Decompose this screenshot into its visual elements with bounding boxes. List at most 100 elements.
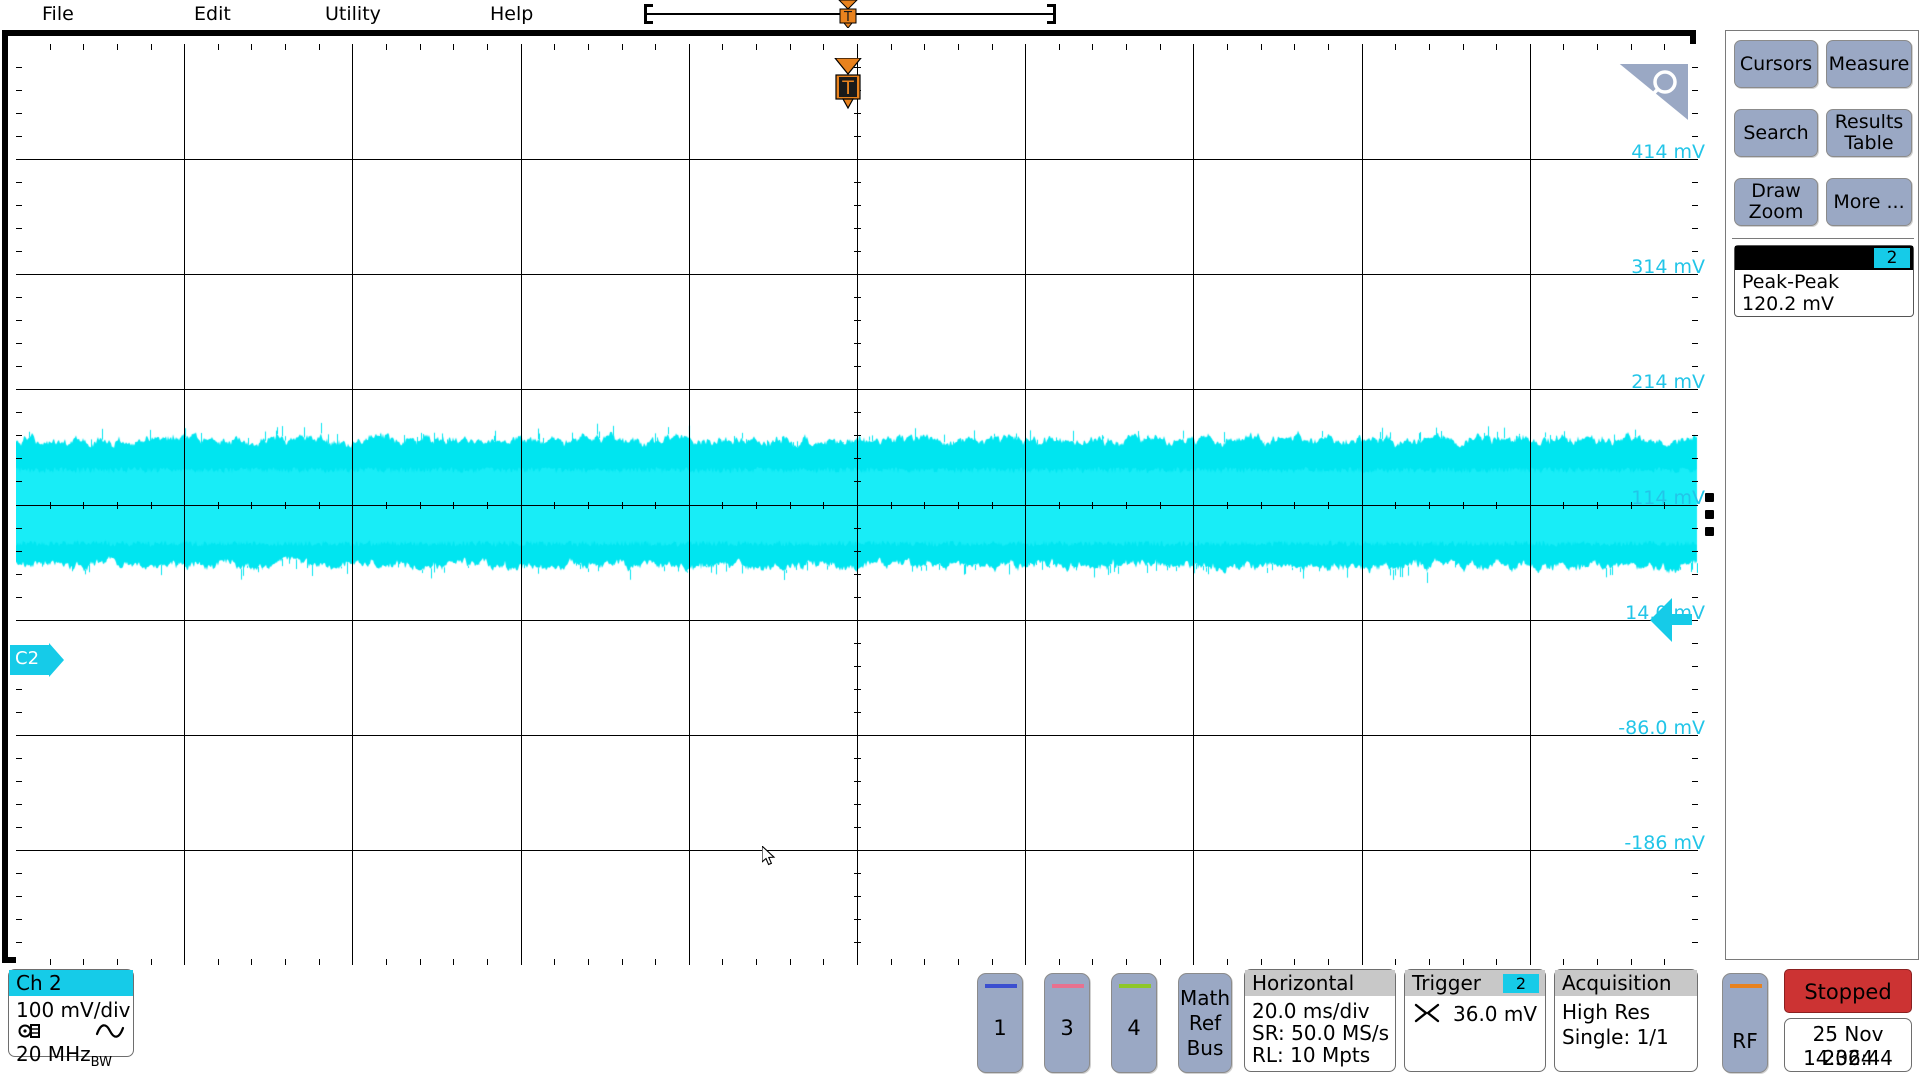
scope-display-area[interactable]: 414 mV 314 mV 214 mV 114 mV 14.0 mV -86.0 mV -… xyxy=(0,28,1705,965)
left-edge-tick xyxy=(16,528,22,529)
horizontal-title: Horizontal xyxy=(1245,970,1395,996)
top-edge-tick xyxy=(50,44,51,50)
marker-tip xyxy=(49,643,64,677)
bandwidth-value: 20 MHz xyxy=(16,1042,91,1066)
top-edge-tick xyxy=(1496,44,1497,50)
channel-1-button[interactable]: 1 xyxy=(977,973,1023,1073)
right-edge-tick xyxy=(1692,481,1698,482)
top-edge-tick xyxy=(1126,44,1127,50)
trigger-settings-box[interactable]: Trigger 2 36.0 mV xyxy=(1404,969,1546,1072)
run-status-badge[interactable]: Stopped xyxy=(1784,969,1912,1013)
right-edge-tick xyxy=(1692,366,1698,367)
trigger-position-mini-marker[interactable]: T xyxy=(836,0,860,29)
top-edge-tick xyxy=(1261,44,1262,50)
left-edge-tick xyxy=(16,942,22,943)
right-edge-tick xyxy=(1692,597,1698,598)
graticule-frame xyxy=(2,30,1698,965)
graticule[interactable] xyxy=(16,44,1698,965)
top-edge-tick xyxy=(218,44,219,50)
right-edge-tick xyxy=(1692,528,1698,529)
channel-2-settings-box[interactable]: Ch 2 100 mV/div 20 MHzBW xyxy=(8,969,134,1070)
more-button[interactable]: More ... xyxy=(1826,178,1912,226)
top-edge-tick xyxy=(622,44,623,50)
top-edge-tick xyxy=(1059,44,1060,50)
mouse-cursor xyxy=(761,844,778,868)
top-edge-tick xyxy=(251,44,252,50)
top-edge-tick xyxy=(285,44,286,50)
channel-4-button[interactable]: 4 xyxy=(1111,973,1157,1073)
math-ref-bus-button[interactable]: Math Ref Bus xyxy=(1178,973,1232,1073)
top-edge-tick xyxy=(319,44,320,50)
horizontal-timebase: 20.0 ms/div xyxy=(1252,999,1370,1023)
draw-zoom-button[interactable]: Draw Zoom xyxy=(1734,178,1818,226)
channel-4-color-bar xyxy=(1119,984,1151,988)
top-edge-tick xyxy=(386,44,387,50)
datetime-box: 25 Nov 2024 14:36:44 xyxy=(1784,1018,1912,1072)
channel-2-position-marker[interactable]: C2 xyxy=(8,641,66,679)
bandwidth-sub: BW xyxy=(90,1055,112,1070)
right-edge-tick xyxy=(1692,574,1698,575)
center-horizontal-axis xyxy=(16,505,1698,506)
arrow-tail xyxy=(1670,614,1692,625)
rf-color-bar xyxy=(1730,984,1762,988)
right-edge-tick xyxy=(1692,228,1698,229)
right-edge-tick xyxy=(1692,896,1698,897)
voltage-axis-label: -186 mV xyxy=(1624,832,1705,854)
top-edge-tick xyxy=(554,44,555,50)
panel-drag-handle[interactable] xyxy=(1705,493,1717,536)
channel-1-label: 1 xyxy=(993,1016,1007,1040)
right-edge-tick xyxy=(1692,666,1698,667)
channel-offset-arrow-icon[interactable] xyxy=(1650,598,1692,642)
arrow-head xyxy=(1650,598,1672,642)
menu-item-file[interactable]: File xyxy=(42,2,74,26)
top-edge-tick xyxy=(1294,44,1295,50)
left-edge-tick xyxy=(16,551,22,552)
top-edge-tick xyxy=(823,44,824,50)
top-edge-tick xyxy=(453,44,454,50)
right-edge-tick xyxy=(1692,781,1698,782)
menu-item-utility[interactable]: Utility xyxy=(325,2,381,26)
channel-1-color-bar xyxy=(985,984,1017,988)
drag-dot xyxy=(1705,510,1714,519)
acquisition-sequence: Single: 1/1 xyxy=(1562,1025,1669,1049)
voltage-axis-label: 414 mV xyxy=(1631,141,1705,163)
search-button[interactable]: Search xyxy=(1734,109,1818,157)
measurement-value: 120.2 mV xyxy=(1742,293,1834,315)
right-edge-tick xyxy=(1692,758,1698,759)
top-edge-tick xyxy=(83,44,84,50)
left-edge-tick xyxy=(16,758,22,759)
top-edge-tick xyxy=(1092,44,1093,50)
measure-button[interactable]: Measure xyxy=(1826,40,1912,88)
rf-channel-button[interactable]: RF xyxy=(1722,973,1768,1073)
top-edge-tick xyxy=(1563,44,1564,50)
channel-3-label: 3 xyxy=(1060,1016,1074,1040)
horizontal-settings-box[interactable]: Horizontal 20.0 ms/div SR: 50.0 MS/s RL:… xyxy=(1244,969,1396,1072)
top-edge-tick xyxy=(420,44,421,50)
results-table-button[interactable]: Results Table xyxy=(1826,109,1912,157)
trigger-channel-badge: 2 xyxy=(1503,974,1539,993)
channel-2-icons xyxy=(17,1020,127,1042)
left-edge-tick xyxy=(16,136,22,137)
channel-3-button[interactable]: 3 xyxy=(1044,973,1090,1073)
trigger-position-marker[interactable]: T xyxy=(833,57,863,110)
horizontal-sample-rate: SR: 50.0 MS/s xyxy=(1252,1021,1390,1045)
left-edge-tick xyxy=(16,919,22,920)
menu-item-help[interactable]: Help xyxy=(490,2,533,26)
top-edge-tick xyxy=(1227,44,1228,50)
cursors-button[interactable]: Cursors xyxy=(1734,40,1818,88)
voltage-axis-label: 114 mV xyxy=(1631,487,1705,509)
left-edge-tick xyxy=(16,113,22,114)
left-edge-tick xyxy=(16,435,22,436)
top-edge-tick xyxy=(756,44,757,50)
measurement-badge[interactable]: 2 Peak-Peak 120.2 mV xyxy=(1734,245,1914,317)
left-edge-tick xyxy=(16,251,22,252)
right-edge-tick xyxy=(1692,827,1698,828)
drag-dot xyxy=(1705,493,1714,502)
acquisition-settings-box[interactable]: Acquisition High Res Single: 1/1 xyxy=(1554,969,1698,1072)
math-ref-bus-text: Math Ref Bus xyxy=(1179,986,1231,1061)
draw-zoom-corner-tab[interactable] xyxy=(1613,62,1691,125)
right-edge-tick xyxy=(1692,919,1698,920)
menu-item-edit[interactable]: Edit xyxy=(194,2,231,26)
left-edge-tick xyxy=(16,366,22,367)
right-edge-tick xyxy=(1692,804,1698,805)
